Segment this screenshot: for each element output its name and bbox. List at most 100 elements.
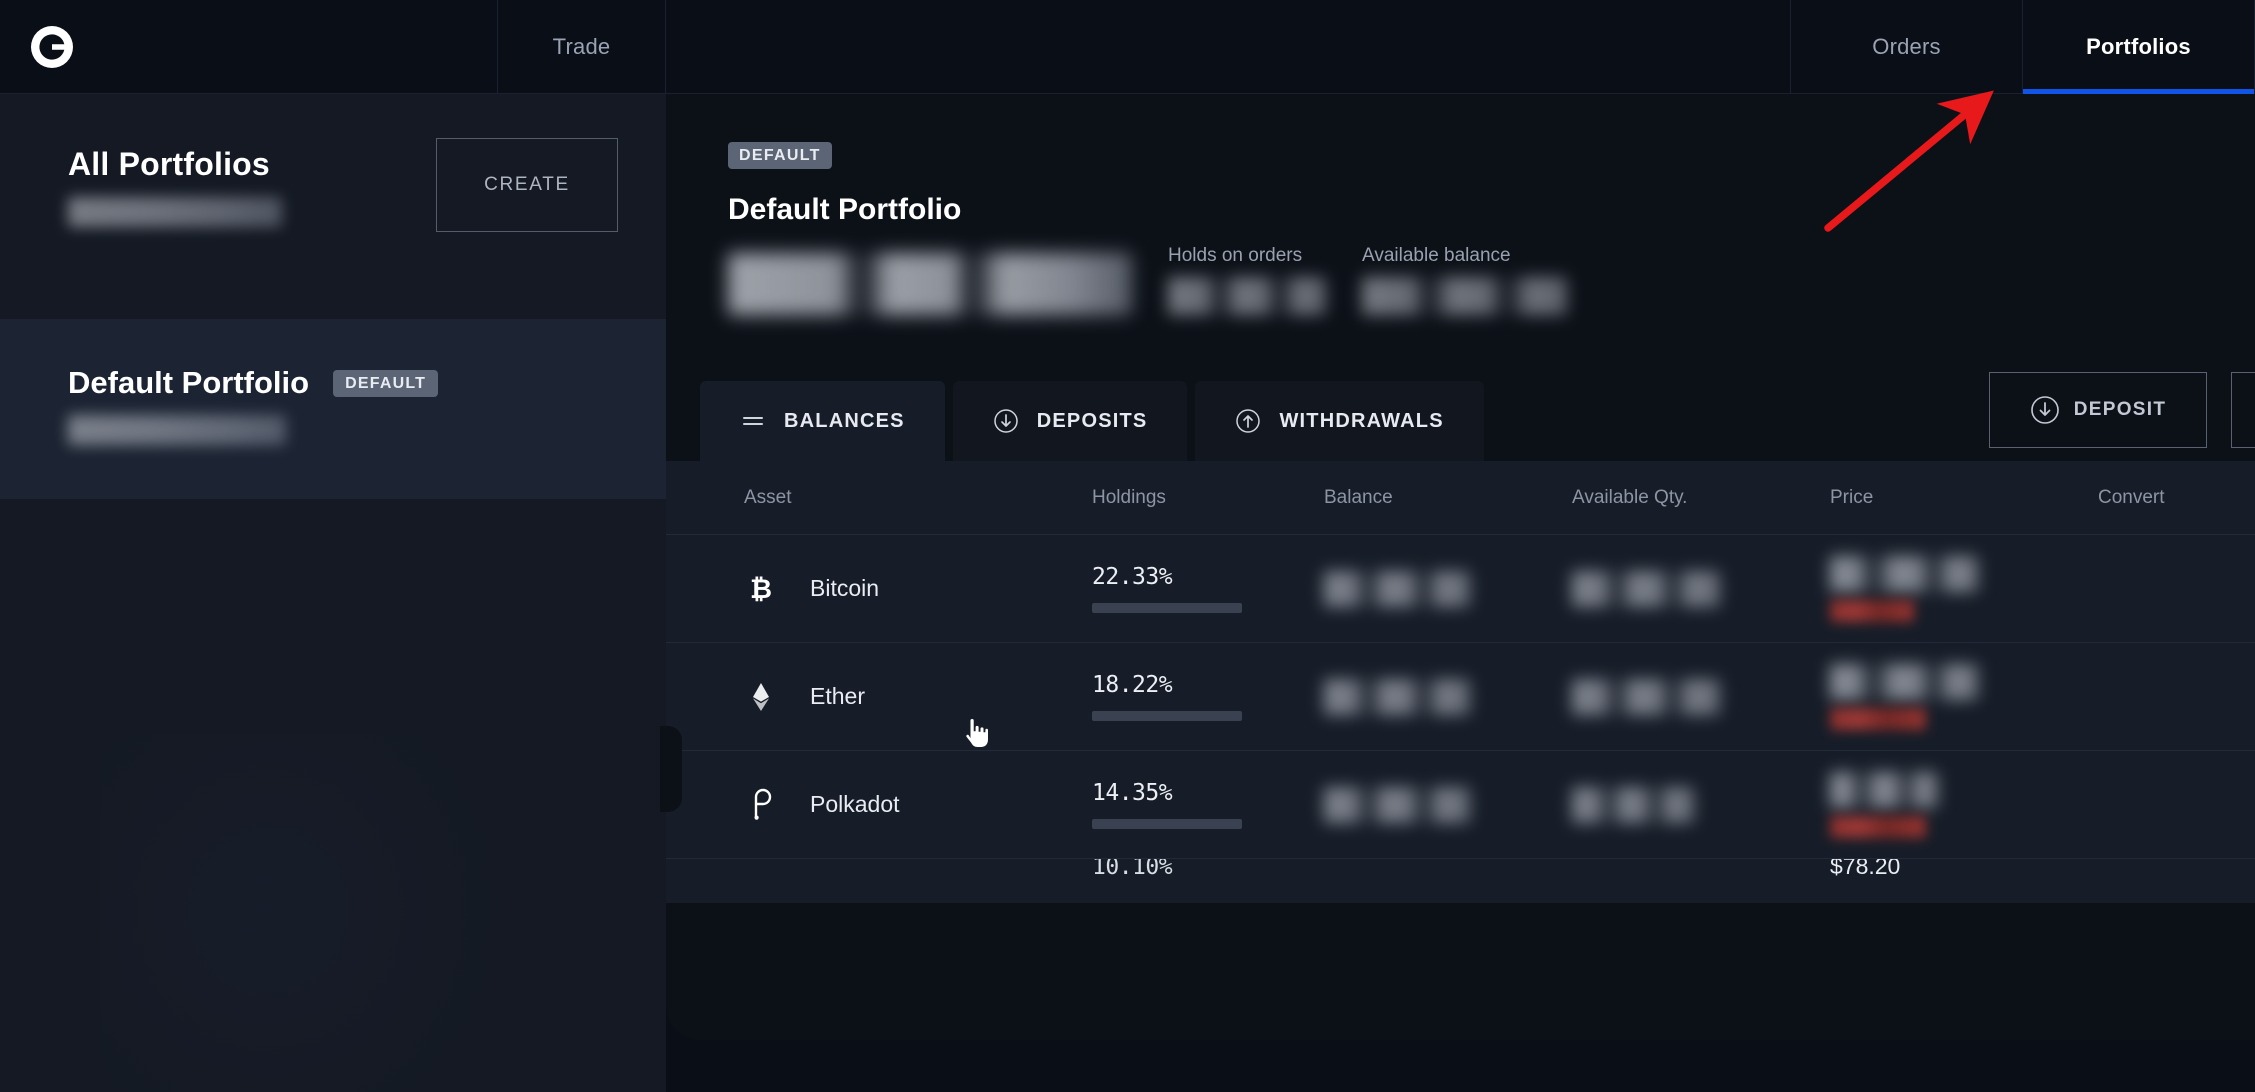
sidebar-item-row: Default Portfolio DEFAULT bbox=[68, 365, 618, 401]
row-asset-name: Polkadot bbox=[810, 791, 900, 817]
polkadot-icon bbox=[744, 788, 778, 822]
row-holdings-cell: 14.35% bbox=[1092, 780, 1324, 829]
tab-deposits-label: DEPOSITS bbox=[1036, 409, 1148, 432]
sidebar-item-label: Default Portfolio bbox=[68, 365, 310, 400]
coinbase-logo-icon bbox=[28, 23, 76, 71]
portfolio-stats-row: Holds on orders Available balance bbox=[728, 245, 2255, 315]
stat-available-balance: Available balance bbox=[1362, 245, 1567, 315]
table-row[interactable]: Ether 18.22% bbox=[666, 643, 2255, 751]
row-price-change-redacted bbox=[1830, 707, 1926, 730]
row-price-redacted bbox=[1830, 555, 1978, 592]
sidebar-total-value-redacted bbox=[68, 197, 282, 227]
sidebar-collapse-handle[interactable] bbox=[660, 726, 682, 812]
row-asset-name: Bitcoin bbox=[810, 575, 880, 601]
deposit-button[interactable]: DEPOSIT bbox=[1989, 372, 2207, 448]
row-balance-cell bbox=[1324, 786, 1572, 823]
stat-holds-on-orders: Holds on orders bbox=[1168, 245, 1326, 315]
row-available-qty-redacted bbox=[1572, 570, 1720, 607]
row-holdings-cell: 18.22% bbox=[1092, 672, 1324, 721]
nav-tab-orders-label: Orders bbox=[1872, 33, 1941, 59]
row-holdings-cell: 22.33% bbox=[1092, 564, 1324, 613]
row-asset-cell: Ether bbox=[700, 680, 1092, 714]
portfolio-header: DEFAULT Default Portfolio Holds on order… bbox=[666, 94, 2255, 315]
row-holdings-bar bbox=[1092, 603, 1242, 613]
table-row[interactable]: Polkadot 14.35% bbox=[666, 751, 2255, 859]
app-root: Trade Orders Portfolios All Portfolios C… bbox=[0, 0, 2255, 1092]
stat-available-balance-value-redacted bbox=[1362, 277, 1567, 315]
row-asset-cell: Polkadot bbox=[700, 788, 1092, 822]
row-holdings-pct: 18.22% bbox=[1092, 672, 1173, 698]
sidebar-background-decoration bbox=[100, 734, 520, 1092]
row-price-redacted bbox=[1830, 771, 1938, 808]
row-price-cell bbox=[1830, 663, 2096, 730]
svg-text:₿: ₿ bbox=[750, 574, 772, 605]
portfolio-default-badge: DEFAULT bbox=[728, 142, 832, 169]
nav-tab-orders[interactable]: Orders bbox=[1791, 0, 2023, 93]
column-header-holdings[interactable]: Holdings bbox=[1092, 487, 1324, 509]
row-holdings-bar bbox=[1092, 711, 1242, 721]
sidebar-item-default-badge: DEFAULT bbox=[333, 369, 439, 397]
secondary-action-button-partial[interactable] bbox=[2231, 372, 2255, 448]
tab-balances-label: BALANCES bbox=[784, 409, 905, 432]
sidebar-item-default-portfolio[interactable]: Default Portfolio DEFAULT bbox=[0, 319, 666, 499]
row-asset-cell: ₿ Bitcoin bbox=[700, 572, 1092, 606]
brand-logo-area[interactable] bbox=[0, 0, 498, 93]
arrow-up-circle-icon bbox=[1235, 408, 1261, 434]
sidebar-item-value-redacted bbox=[68, 415, 286, 445]
row-holdings-pct: 22.33% bbox=[1092, 564, 1173, 590]
deposit-button-label: DEPOSIT bbox=[2073, 399, 2167, 420]
column-header-asset[interactable]: Asset bbox=[700, 487, 1092, 509]
create-portfolio-button[interactable]: CREATE bbox=[436, 138, 618, 232]
nav-tab-trade-label: Trade bbox=[552, 33, 611, 59]
list-lines-icon bbox=[740, 408, 766, 434]
table-row[interactable]: ₿ Bitcoin 22.33% bbox=[666, 535, 2255, 643]
row-available-qty-redacted bbox=[1572, 678, 1720, 715]
tab-deposits[interactable]: DEPOSITS bbox=[952, 381, 1188, 461]
nav-tab-trade[interactable]: Trade bbox=[498, 0, 666, 93]
sidebar-title: All Portfolios bbox=[68, 146, 270, 182]
row-balance-redacted bbox=[1324, 678, 1470, 715]
table-row-partial[interactable]: 10.10% $78.20 bbox=[666, 859, 2255, 903]
column-header-convert[interactable]: Convert bbox=[2096, 487, 2255, 509]
row-balance-cell bbox=[1324, 570, 1572, 607]
column-header-available-qty[interactable]: Available Qty. bbox=[1572, 487, 1830, 509]
row-price-change-redacted bbox=[1830, 599, 1914, 622]
tab-balances[interactable]: BALANCES bbox=[700, 381, 945, 461]
stat-available-balance-label: Available balance bbox=[1362, 245, 1511, 266]
page-title: Default Portfolio bbox=[728, 193, 962, 226]
arrow-down-circle-icon bbox=[993, 408, 1019, 434]
stat-holds-on-orders-value-redacted bbox=[1168, 277, 1326, 315]
table-header-row: Asset Holdings Balance Available Qty. Pr… bbox=[666, 461, 2255, 535]
nav-tab-portfolios-label: Portfolios bbox=[2086, 33, 2191, 59]
portfolio-total-balance-redacted bbox=[728, 253, 1132, 315]
row-available-qty-redacted bbox=[1572, 786, 1694, 823]
ethereum-icon bbox=[744, 680, 778, 714]
portfolios-sidebar: All Portfolios CREATE Default Portfolio … bbox=[0, 94, 666, 1092]
row-price-cell bbox=[1830, 771, 2096, 838]
portfolio-main-panel: DEFAULT Default Portfolio Holds on order… bbox=[666, 94, 2255, 1040]
sidebar-header: All Portfolios CREATE bbox=[0, 94, 666, 319]
create-portfolio-button-label: CREATE bbox=[484, 174, 570, 195]
row-balance-redacted bbox=[1324, 786, 1470, 823]
row-holdings-bar bbox=[1092, 819, 1242, 829]
arrow-down-circle-icon bbox=[2030, 395, 2060, 425]
balances-table: Asset Holdings Balance Available Qty. Pr… bbox=[666, 461, 2255, 903]
nav-tab-portfolios[interactable]: Portfolios bbox=[2023, 0, 2255, 94]
row-price-change-redacted bbox=[1830, 815, 1926, 838]
nav-spacer-region bbox=[666, 0, 1791, 93]
top-navigation-bar: Trade Orders Portfolios bbox=[0, 0, 2255, 94]
portfolio-action-buttons: DEPOSIT bbox=[1989, 372, 2255, 448]
row-holdings-pct: 10.10% bbox=[1092, 859, 1173, 880]
row-holdings-pct: 14.35% bbox=[1092, 780, 1173, 806]
row-asset-name: Ether bbox=[810, 683, 865, 709]
column-header-balance[interactable]: Balance bbox=[1324, 487, 1572, 509]
row-price-value: $78.20 bbox=[1830, 859, 1901, 879]
column-header-price[interactable]: Price bbox=[1830, 487, 2096, 509]
table-row-partial-inner: 10.10% $78.20 bbox=[700, 859, 2255, 880]
row-available-qty-cell bbox=[1572, 786, 1830, 823]
tab-withdrawals[interactable]: WITHDRAWALS bbox=[1195, 381, 1484, 461]
row-price-cell: $78.20 bbox=[1830, 859, 2096, 880]
row-available-qty-cell bbox=[1572, 570, 1830, 607]
row-price-redacted bbox=[1830, 663, 1978, 700]
panel-bottom-strip bbox=[666, 1040, 2255, 1092]
